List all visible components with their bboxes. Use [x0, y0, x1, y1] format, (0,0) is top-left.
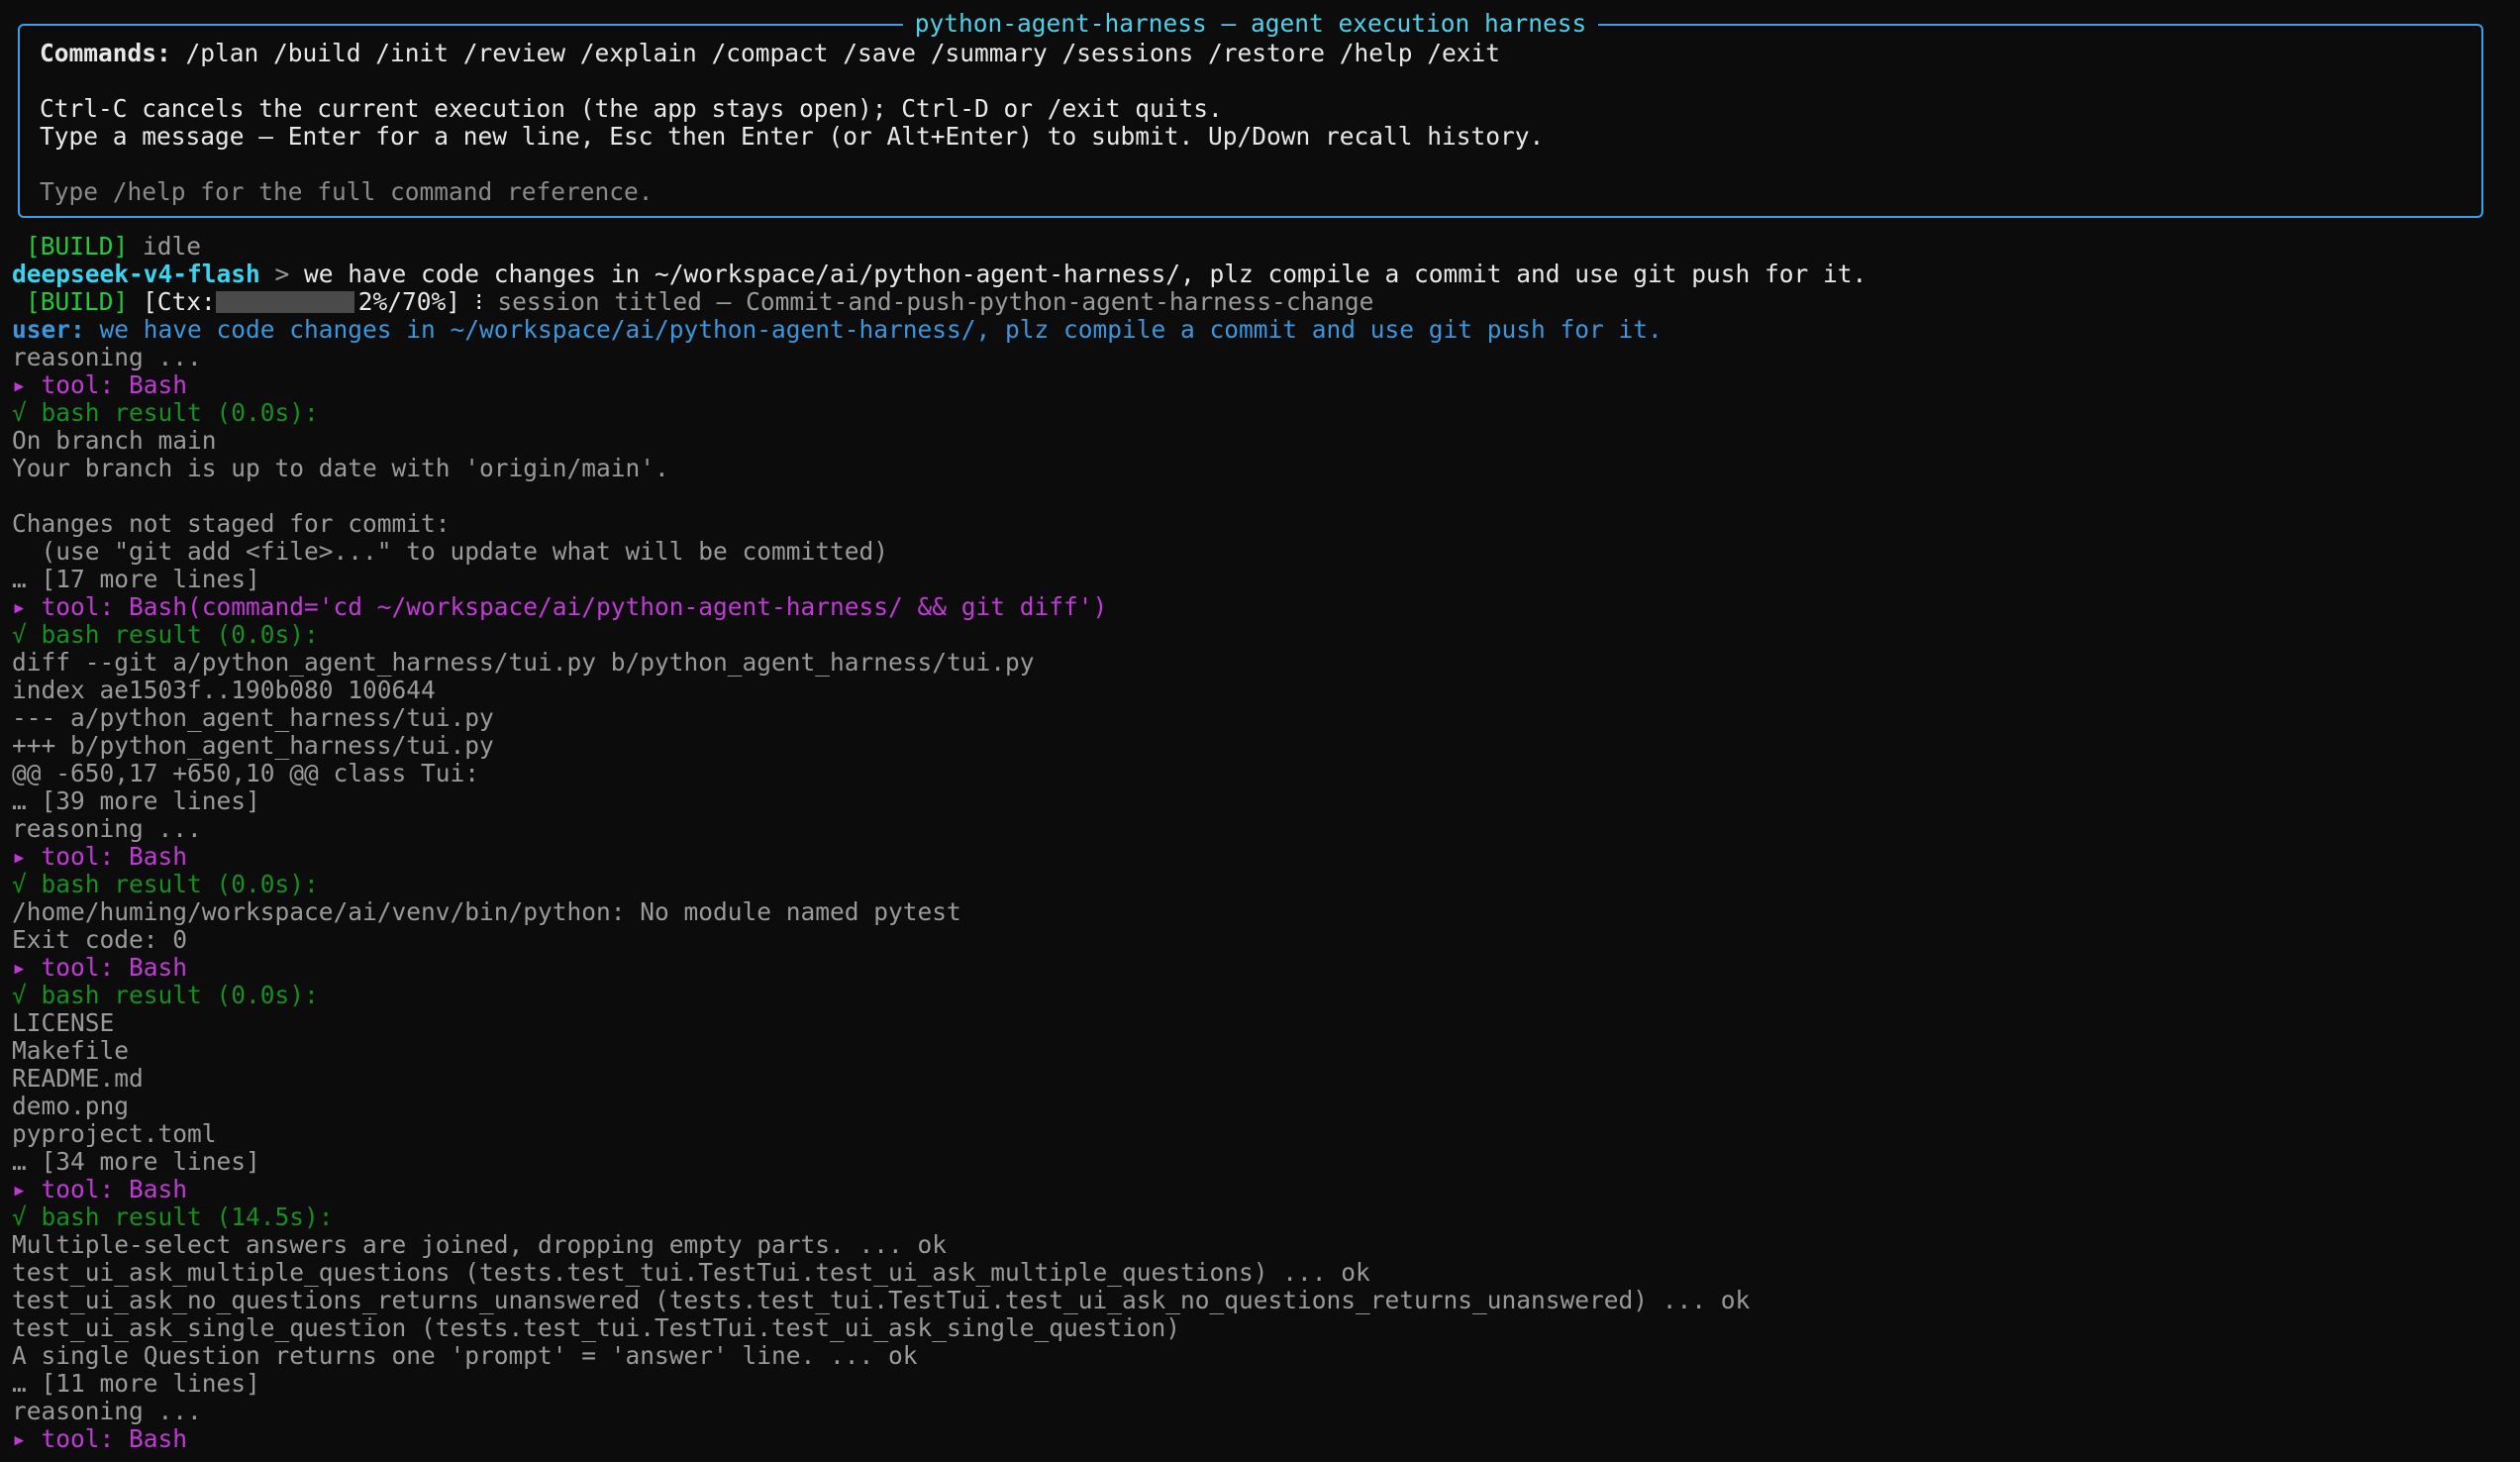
user-message: user: we have code changes in ~/workspac…: [12, 316, 1663, 344]
log-line: reasoning ...: [12, 1397, 202, 1425]
mode-badge: [BUILD]: [26, 287, 129, 316]
tool-call-line: ▸ tool: Bash: [12, 953, 188, 982]
tool-result-header: √ bash result (0.0s):: [12, 981, 319, 1009]
context-usage-bar: [215, 291, 354, 313]
help-hint: Type /help for the full command referenc…: [40, 177, 654, 206]
log-line: --- a/python_agent_harness/tui.py: [12, 703, 494, 732]
welcome-panel: python-agent-harness — agent execution h…: [18, 9, 2483, 218]
log-line: … [39 more lines]: [12, 786, 260, 815]
log-line: Makefile: [12, 1036, 130, 1065]
commands-list: /plan /build /init /review /explain /com…: [170, 39, 1501, 67]
log-line: … [34 more lines]: [12, 1147, 260, 1176]
panel-title: python-agent-harness — agent execution h…: [20, 9, 2481, 38]
log-line: /home/huming/workspace/ai/venv/bin/pytho…: [12, 897, 961, 926]
separator: ⁝: [460, 287, 498, 316]
log-line: test_ui_ask_no_questions_returns_unanswe…: [12, 1286, 1751, 1314]
log-line: … [17 more lines]: [12, 565, 260, 593]
log-line: Exit code: 0: [12, 925, 188, 954]
tool-call-line: ▸ tool: Bash(command='cd ~/workspace/ai/…: [12, 592, 1108, 621]
log-line: test_ui_ask_multiple_questions (tests.te…: [12, 1258, 1370, 1287]
log-line: index ae1503f..190b080 100644: [12, 676, 436, 704]
prompt-line[interactable]: deepseek-v4-flash > we have code changes…: [12, 261, 1866, 288]
commands-label: Commands:: [40, 39, 171, 67]
log-line: (use "git add <file>..." to update what …: [12, 537, 889, 566]
log-line: reasoning ...: [12, 343, 202, 371]
session-title: session titled — Commit-and-push-python-…: [497, 287, 1374, 316]
tool-result-header: √ bash result (0.0s):: [12, 398, 319, 427]
log-line: On branch main: [12, 426, 217, 455]
log-line: diff --git a/python_agent_harness/tui.py…: [12, 648, 1035, 677]
log-line: reasoning ...: [12, 814, 202, 843]
log-line: A single Question returns one 'prompt' =…: [12, 1341, 918, 1370]
log-line: +++ b/python_agent_harness/tui.py: [12, 731, 494, 760]
prompt-input-text[interactable]: we have code changes in ~/workspace/ai/p…: [304, 260, 1866, 288]
log-line: @@ -650,17 +650,10 @@ class Tui:: [12, 759, 480, 787]
user-text: we have code changes in ~/workspace/ai/p…: [84, 315, 1663, 344]
log-line: Your branch is up to date with 'origin/m…: [12, 454, 669, 482]
mode-badge: [BUILD]: [26, 232, 129, 261]
log-line: Changes not staged for commit:: [12, 509, 451, 538]
log-line: LICENSE: [12, 1008, 115, 1037]
tool-result-header: √ bash result (0.0s):: [12, 870, 319, 898]
log-line: pyproject.toml: [12, 1119, 217, 1148]
user-label: user:: [12, 315, 85, 344]
info-line-cancel: Ctrl-C cancels the current execution (th…: [40, 94, 1223, 123]
tool-call-line: ▸ tool: Bash: [12, 370, 188, 399]
prompt-arrow: >: [259, 260, 305, 288]
tool-result-header: √ bash result (0.0s):: [12, 620, 319, 649]
commands-line: Commands: /plan /build /init /review /ex…: [40, 40, 1500, 67]
log-line: Multiple-select answers are joined, drop…: [12, 1230, 948, 1259]
terminal-window[interactable]: python-agent-harness — agent execution h…: [0, 0, 2520, 1462]
status-line-context: [BUILD] [Ctx: 2%/70%] ⁝ session titled — …: [26, 288, 1373, 316]
tool-result-header: √ bash result (14.5s):: [12, 1202, 334, 1231]
log-line: README.md: [12, 1064, 144, 1093]
status-state: idle: [128, 232, 202, 261]
tool-call-line: ▸ tool: Bash: [12, 1424, 188, 1453]
info-line-submit: Type a message — Enter for a new line, E…: [40, 122, 1545, 151]
status-line-idle: [BUILD] idle: [26, 233, 201, 261]
log-line: test_ui_ask_single_question (tests.test_…: [12, 1313, 1181, 1342]
tool-call-line: ▸ tool: Bash: [12, 1175, 188, 1203]
model-name: deepseek-v4-flash: [12, 260, 260, 288]
log-line: demo.png: [12, 1092, 130, 1120]
ctx-label: [Ctx:: [143, 287, 216, 316]
log-line: … [11 more lines]: [12, 1369, 260, 1398]
tool-call-line: ▸ tool: Bash: [12, 842, 188, 871]
ctx-value: 2%/70%]: [357, 287, 461, 316]
